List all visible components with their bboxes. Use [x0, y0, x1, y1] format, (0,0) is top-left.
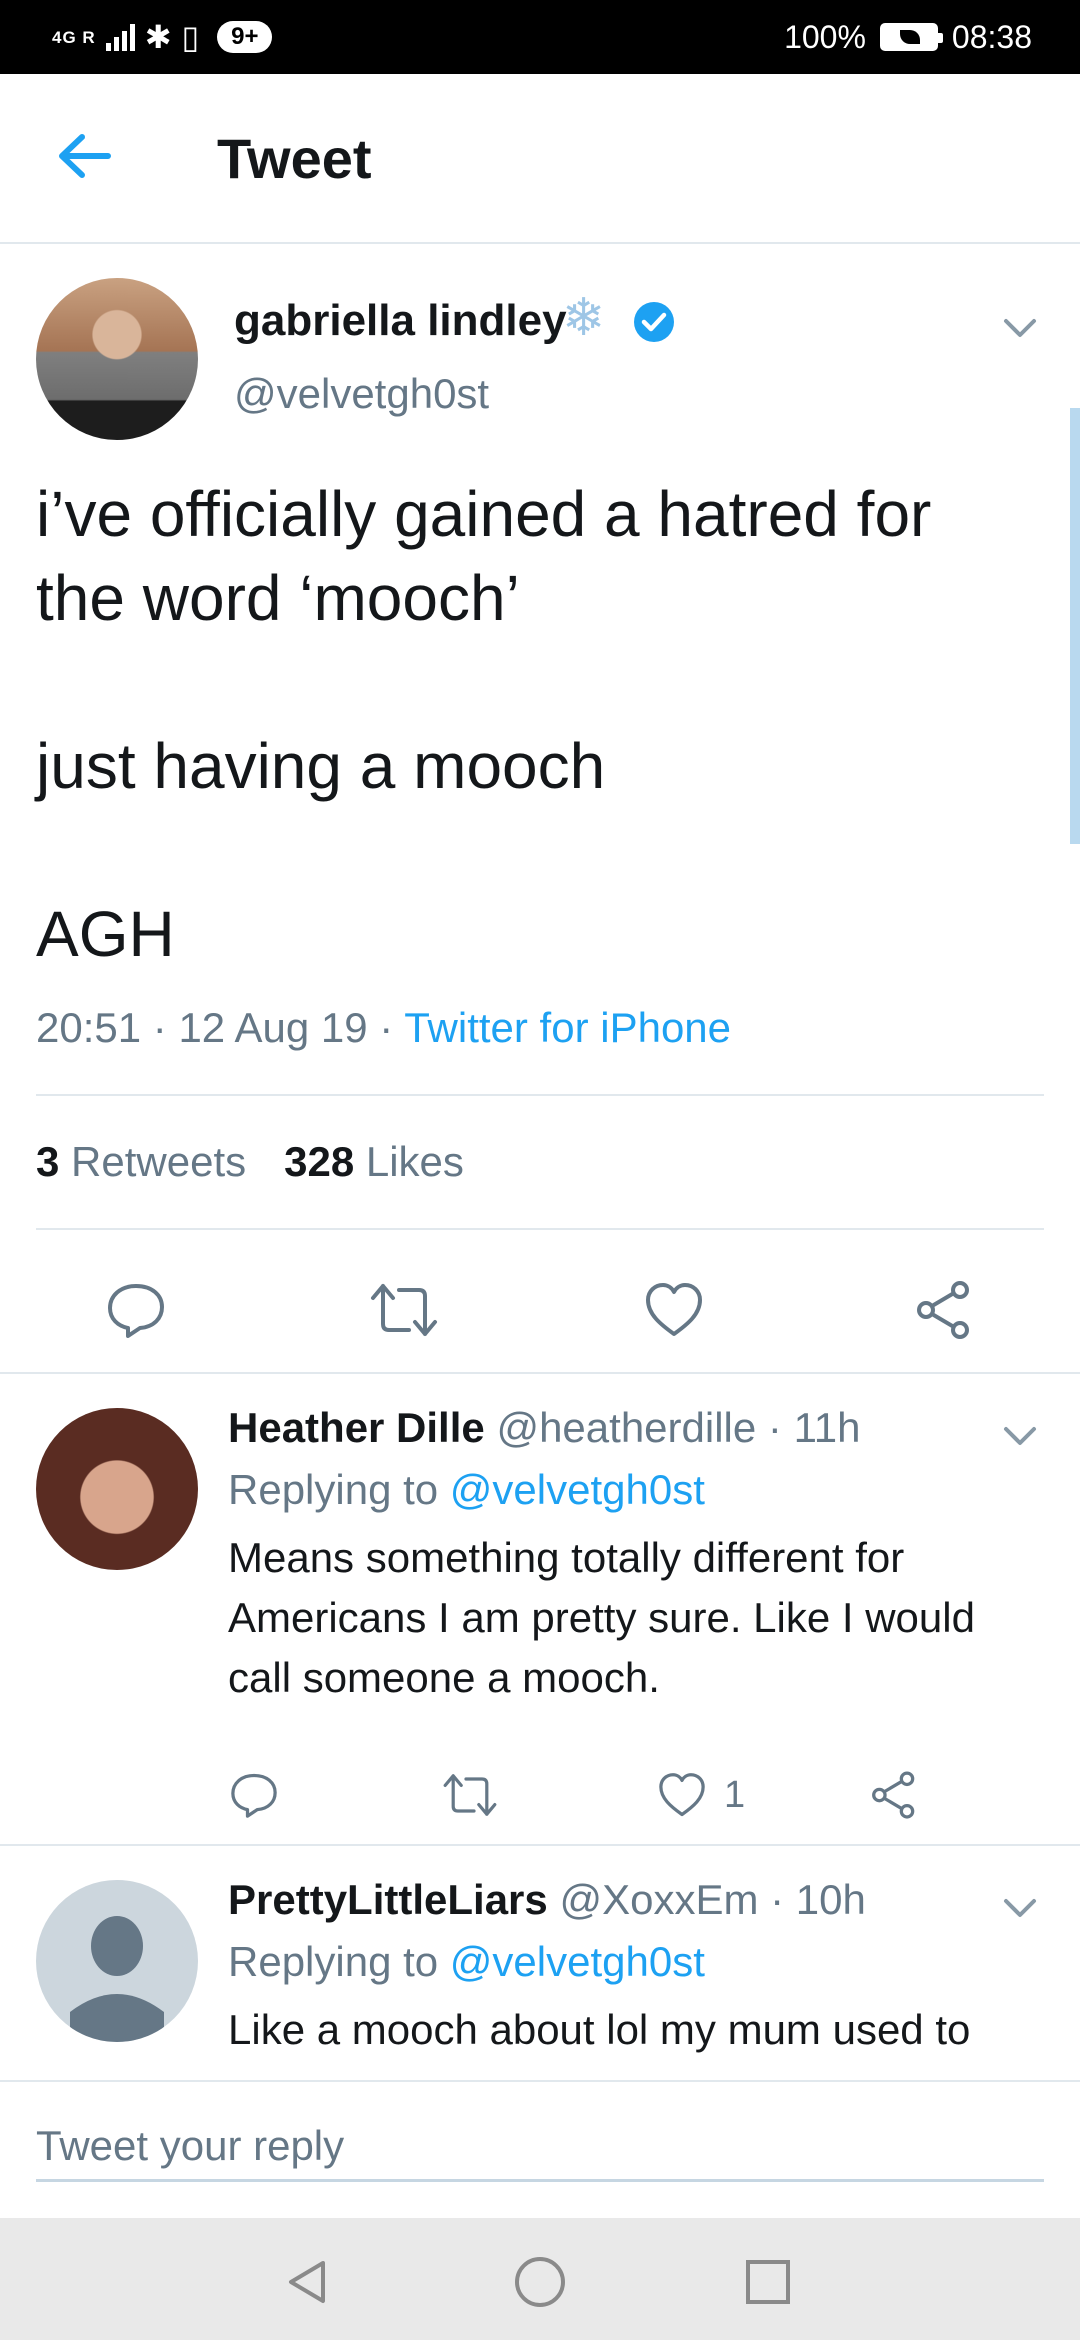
reply-author-name[interactable]: PrettyLittleLiars: [228, 1876, 548, 1923]
square-recents-icon: [746, 2260, 790, 2304]
reply-actions: 1: [228, 1760, 948, 1830]
default-avatar-icon: [70, 1916, 164, 2042]
reply-icon: [231, 1773, 277, 1818]
tweet-date: 12 Aug 19: [178, 1004, 368, 1051]
reply-button[interactable]: [96, 1270, 176, 1350]
retweets-label: Retweets: [71, 1138, 247, 1185]
arrow-left-icon: [59, 134, 111, 178]
battery-icon: [879, 23, 943, 51]
tweet-time: 20:51: [36, 1004, 142, 1051]
signal-icon: [105, 23, 135, 51]
bluetooth-icon: ✱: [144, 19, 172, 55]
like-button[interactable]: [634, 1270, 714, 1350]
share-button[interactable]: [904, 1270, 984, 1350]
retweets-stat[interactable]: 3 Retweets: [36, 1138, 246, 1186]
replying-to: Replying to @velvetgh0st: [228, 1466, 705, 1514]
triangle-back-icon: [289, 2261, 325, 2303]
header: Tweet: [0, 74, 1080, 244]
avatar[interactable]: [36, 1408, 198, 1570]
notification-badge: 9+: [217, 21, 273, 53]
author-handle[interactable]: @velvetgh0st: [234, 370, 489, 418]
status-left: 4G R ✱ ▯ 9+: [52, 14, 273, 60]
retweet-icon: [371, 1284, 437, 1336]
network-type: 4G R: [52, 27, 96, 47]
tweet-text: i’ve officially gained a hatred for the …: [36, 478, 932, 970]
reply-age: 10h: [795, 1876, 866, 1923]
tweet-actions: [0, 1270, 1080, 1362]
replying-label: Replying to: [228, 1466, 439, 1513]
likes-stat[interactable]: 328 Likes: [284, 1138, 464, 1186]
chevron-down-icon[interactable]: [1000, 1416, 1040, 1456]
nav-back-button[interactable]: [278, 2252, 338, 2312]
tweet-meta: 20:51 · 12 Aug 19 · Twitter for iPhone: [36, 1004, 731, 1052]
circle-home-icon: [515, 2257, 565, 2307]
reply-text: Means something totally different for Am…: [228, 1534, 975, 1701]
reply-age: 11h: [793, 1404, 861, 1451]
replying-mention[interactable]: @velvetgh0st: [450, 1466, 705, 1513]
likes-label: Likes: [365, 1138, 464, 1185]
retweet-button[interactable]: [364, 1270, 444, 1350]
vibrate-icon: ▯: [181, 19, 200, 55]
reply-icon: [108, 1284, 164, 1338]
retweet-button[interactable]: [442, 1760, 498, 1830]
reply-input[interactable]: [36, 2112, 1044, 2182]
page-title: Tweet: [217, 127, 372, 190]
verified-badge-icon: [634, 302, 674, 342]
likes-count: 328: [284, 1138, 355, 1185]
reply-header: Heather Dille @heatherdille · 11h: [228, 1404, 861, 1452]
like-count: 1: [724, 1773, 746, 1816]
replying-label: Replying to: [228, 1938, 439, 1985]
nav-home-button[interactable]: [510, 2252, 570, 2312]
reply-author-handle[interactable]: @heatherdille: [496, 1404, 756, 1451]
meta-separator: ·: [379, 1004, 405, 1051]
author-name[interactable]: gabriella lindley: [234, 296, 567, 346]
reply-author-handle[interactable]: @XoxxEm: [559, 1876, 758, 1923]
divider: [0, 1372, 1080, 1374]
reply-separator: ·: [756, 1404, 794, 1451]
system-nav-bar: [0, 2218, 1080, 2340]
avatar[interactable]: [36, 278, 198, 440]
heart-icon: [646, 1283, 702, 1336]
tweet-source-link[interactable]: Twitter for iPhone: [404, 1004, 731, 1051]
avatar[interactable]: [36, 1880, 198, 2042]
reply-text: Like a mooch about lol my mum used to: [228, 2006, 971, 2053]
chevron-down-icon[interactable]: [1000, 1888, 1040, 1928]
reply-button[interactable]: [228, 1760, 280, 1830]
status-bar: 4G R ✱ ▯ 9+ 100% 08:38: [0, 0, 1080, 74]
snowflake-icon: ❄: [562, 289, 606, 347]
reply-separator: ·: [758, 1876, 796, 1923]
heart-icon: [659, 1773, 705, 1817]
reply-tweet[interactable]: PrettyLittleLiars @XoxxEm · 10h Replying…: [0, 1846, 1080, 2080]
like-button[interactable]: 1: [656, 1760, 745, 1830]
retweets-count: 3: [36, 1138, 60, 1185]
scroll-indicator[interactable]: [1070, 408, 1080, 844]
share-icon: [872, 1771, 915, 1819]
replying-mention[interactable]: @velvetgh0st: [450, 1938, 705, 1985]
tweet-stats: 3 Retweets 328 Likes: [36, 1138, 464, 1186]
reply-author-name[interactable]: Heather Dille: [228, 1404, 485, 1451]
retweet-icon: [443, 1774, 497, 1816]
battery-percent: 100%: [784, 18, 866, 55]
clock: 08:38: [951, 18, 1032, 55]
share-button[interactable]: [868, 1760, 920, 1830]
back-button[interactable]: [52, 124, 116, 188]
status-right: 100% 08:38: [784, 14, 1032, 60]
divider: [36, 1094, 1044, 1096]
replying-to: Replying to @velvetgh0st: [228, 1938, 705, 1986]
divider: [36, 1228, 1044, 1230]
meta-separator: ·: [152, 1004, 179, 1051]
reply-header: PrettyLittleLiars @XoxxEm · 10h: [228, 1876, 866, 1924]
reply-composer: [0, 2080, 1080, 2218]
share-icon: [917, 1281, 969, 1339]
chevron-down-icon[interactable]: [1000, 308, 1040, 348]
nav-recents-button[interactable]: [738, 2252, 798, 2312]
